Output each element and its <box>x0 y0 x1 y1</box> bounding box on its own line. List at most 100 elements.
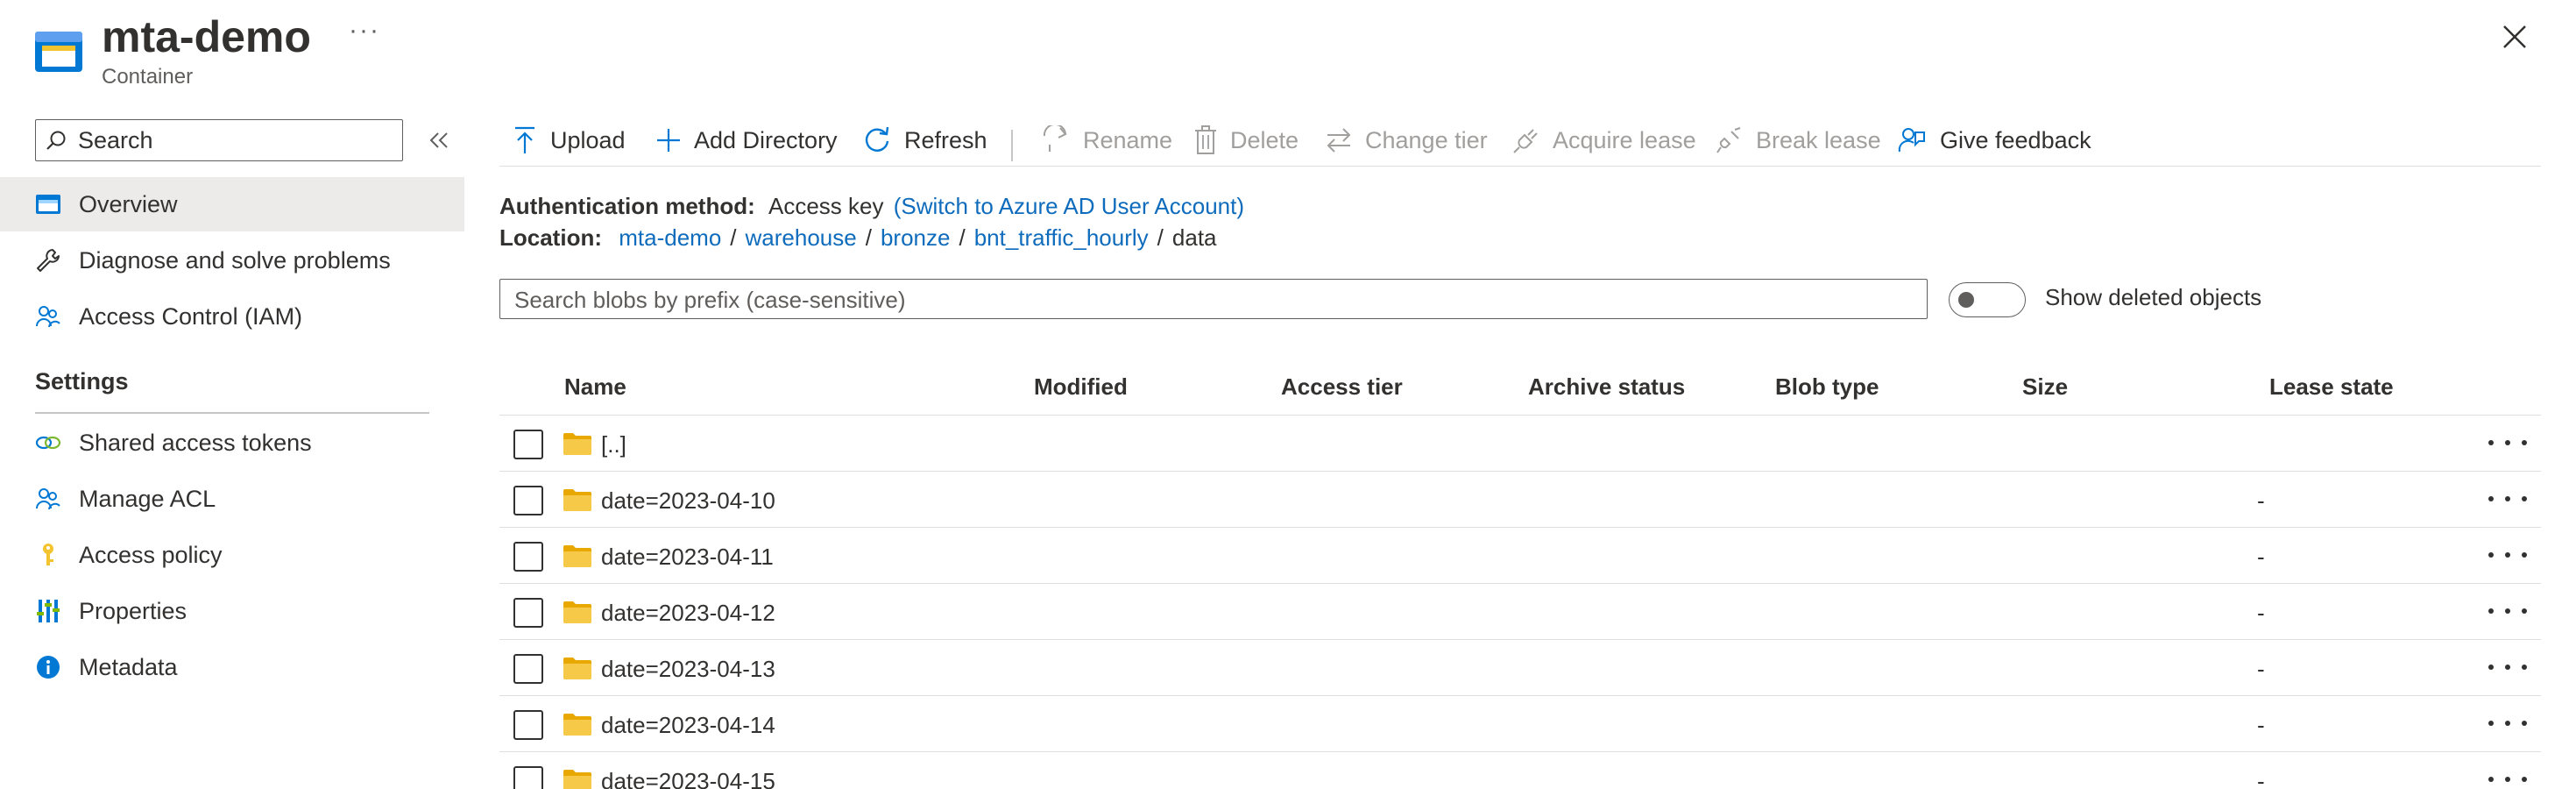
swap-icon <box>1327 128 1351 153</box>
row-more-icon[interactable] <box>2488 430 2527 456</box>
breadcrumb-link[interactable]: bronze <box>881 224 951 251</box>
sidebar-item-shared-access-tokens[interactable]: Shared access tokens <box>0 416 464 470</box>
row-more-icon[interactable] <box>2488 542 2527 568</box>
rename-icon <box>1043 125 1067 152</box>
delete-button[interactable]: Delete <box>1193 123 1299 158</box>
sidebar-item-access-policy[interactable]: Access policy <box>0 528 464 582</box>
table-row[interactable]: date=2023-04-12 - <box>499 584 2541 640</box>
add-directory-button[interactable]: Add Directory <box>655 123 838 158</box>
sidebar-item-label: Properties <box>79 597 188 624</box>
folder-icon <box>563 601 591 623</box>
row-name[interactable]: date=2023-04-15 <box>601 768 775 789</box>
key-icon <box>33 540 63 570</box>
users-icon <box>33 302 63 331</box>
table-row[interactable]: date=2023-04-11 - <box>499 528 2541 584</box>
blob-search-box[interactable] <box>499 279 1928 319</box>
blob-search-input[interactable] <box>514 285 1907 315</box>
give-feedback-label: Give feedback <box>1940 126 2091 153</box>
settings-section-header: Settings <box>35 368 129 394</box>
overview-icon <box>33 189 63 219</box>
upload-icon <box>515 126 534 153</box>
sidebar-item-metadata[interactable]: Metadata <box>0 640 464 694</box>
row-checkbox[interactable] <box>513 430 543 459</box>
folder-icon <box>563 770 591 789</box>
row-checkbox[interactable] <box>513 654 543 684</box>
row-checkbox[interactable] <box>513 542 543 572</box>
breadcrumb-current: data <box>1171 224 1217 251</box>
row-name[interactable]: [..] <box>601 431 626 458</box>
breadcrumb-link[interactable]: bnt_traffic_hourly <box>974 224 1149 251</box>
folder-icon <box>563 489 591 511</box>
breadcrumb-link[interactable]: warehouse <box>746 224 857 251</box>
row-lease-state: - <box>2257 656 2265 682</box>
row-more-icon[interactable] <box>2488 766 2527 789</box>
row-name[interactable]: date=2023-04-13 <box>601 656 775 683</box>
column-header-name[interactable]: Name <box>564 373 626 401</box>
column-header-size[interactable]: Size <box>2022 373 2068 401</box>
row-name[interactable]: date=2023-04-12 <box>601 600 775 627</box>
refresh-button[interactable]: Refresh <box>862 123 987 158</box>
row-name[interactable]: date=2023-04-11 <box>601 544 774 571</box>
table-row[interactable]: date=2023-04-15 - <box>499 752 2541 789</box>
row-checkbox[interactable] <box>513 598 543 628</box>
auth-method: Authentication method: Access key (Switc… <box>499 193 1244 220</box>
column-header-blob-type[interactable]: Blob type <box>1775 373 1879 401</box>
sidebar-item-properties[interactable]: Properties <box>0 584 464 638</box>
sidebar-item-label: Access Control (IAM) <box>79 302 303 330</box>
row-more-icon[interactable] <box>2488 710 2527 736</box>
auth-method-label: Authentication method: <box>499 193 755 219</box>
sidebar-search[interactable] <box>35 119 403 161</box>
unplug-icon <box>1716 127 1741 153</box>
column-header-archive-status[interactable]: Archive status <box>1528 373 1685 401</box>
row-lease-state: - <box>2257 544 2265 570</box>
sidebar-item-label: Diagnose and solve problems <box>79 246 391 274</box>
switch-auth-link[interactable]: (Switch to Azure AD User Account) <box>894 193 1244 219</box>
delete-label: Delete <box>1230 126 1299 153</box>
acquire-lease-button[interactable]: Acquire lease <box>1512 123 1696 158</box>
sidebar-search-input[interactable] <box>78 125 393 155</box>
close-icon[interactable] <box>2497 19 2532 54</box>
sidebar-item-label: Metadata <box>79 653 178 680</box>
table-row[interactable]: date=2023-04-10 - <box>499 472 2541 528</box>
upload-button[interactable]: Upload <box>512 123 626 158</box>
rename-button[interactable]: Rename <box>1041 123 1172 158</box>
row-lease-state: - <box>2257 600 2265 626</box>
link-icon <box>33 428 63 458</box>
folder-icon <box>563 545 591 567</box>
collapse-sidebar-icon[interactable] <box>424 124 452 156</box>
row-more-icon[interactable] <box>2488 598 2527 624</box>
sidebar-item-label: Overview <box>79 190 178 217</box>
sidebar-item-label: Access policy <box>79 541 223 568</box>
more-options-button[interactable]: ··· <box>349 16 380 46</box>
sidebar-item-label: Shared access tokens <box>79 429 312 456</box>
breadcrumb-separator: / <box>865 224 872 251</box>
give-feedback-button[interactable]: Give feedback <box>1898 123 2091 158</box>
plug-icon <box>1513 129 1538 153</box>
page-subtitle: Container <box>102 65 194 89</box>
sidebar-item-manage-acl[interactable]: Manage ACL <box>0 472 464 526</box>
table-row[interactable]: [..] <box>499 416 2541 472</box>
row-name[interactable]: date=2023-04-14 <box>601 712 775 739</box>
column-header-modified[interactable]: Modified <box>1034 373 1128 401</box>
column-header-lease-state[interactable]: Lease state <box>2269 373 2394 401</box>
change-tier-button[interactable]: Change tier <box>1325 123 1488 158</box>
show-deleted-toggle[interactable] <box>1949 282 2026 317</box>
add-directory-label: Add Directory <box>694 126 838 153</box>
sidebar-item-access-control[interactable]: Access Control (IAM) <box>0 289 464 344</box>
sidebar-item-overview[interactable]: Overview <box>0 177 464 231</box>
row-checkbox[interactable] <box>513 486 543 515</box>
row-checkbox[interactable] <box>513 766 543 789</box>
row-checkbox[interactable] <box>513 710 543 740</box>
row-more-icon[interactable] <box>2488 654 2527 680</box>
toolbar-separator <box>1011 130 1013 161</box>
column-header-access-tier[interactable]: Access tier <box>1281 373 1403 401</box>
sidebar-item-diagnose[interactable]: Diagnose and solve problems <box>0 233 464 288</box>
table-row[interactable]: date=2023-04-14 - <box>499 696 2541 752</box>
row-more-icon[interactable] <box>2488 486 2527 512</box>
row-name[interactable]: date=2023-04-10 <box>601 487 775 515</box>
breadcrumb-link[interactable]: mta-demo <box>619 224 721 251</box>
table-row[interactable]: date=2023-04-13 - <box>499 640 2541 696</box>
location-label: Location: <box>499 224 602 251</box>
show-deleted-label: Show deleted objects <box>2045 284 2262 310</box>
break-lease-button[interactable]: Break lease <box>1716 123 1881 158</box>
